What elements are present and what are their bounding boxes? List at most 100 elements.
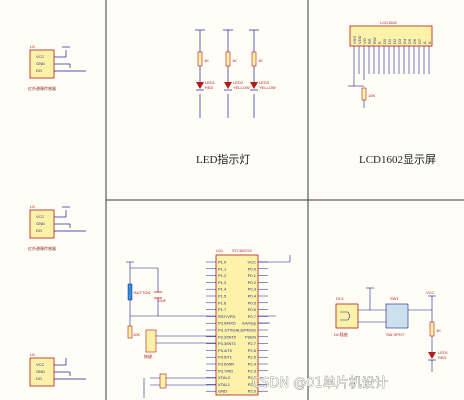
lcd-pot-value: 10K: [368, 93, 375, 98]
panel-borders-dark: [105, 0, 464, 400]
led-resistor-value: 1K: [204, 58, 209, 63]
mcu-pin-label: VCC: [248, 260, 257, 265]
sensor-ref: U1: [30, 44, 36, 49]
mcu-pin-label: PSEN: [245, 334, 256, 339]
mcu-pin-label: P0.2: [248, 280, 257, 285]
mcu-pin-label: P3.5/T1: [218, 355, 233, 360]
mcu-pin-label: XTAL2: [218, 375, 231, 380]
reset-res-value: 10K: [133, 332, 140, 337]
sensor-pin-gnd: GND: [36, 221, 45, 226]
mcu-pin-label: P3.3/INT1: [218, 341, 237, 346]
crystal-circuit: [143, 373, 216, 398]
sensor-pin-do: DO: [36, 68, 42, 73]
power-resistor: [429, 321, 435, 337]
mcu-pin-label: P0.5: [248, 300, 257, 305]
mcu-pin-label: P2.4: [248, 362, 257, 367]
power-section: DC1 DC插座 SW1 SW-SPDT VCC 1K LED1 RED: [334, 287, 449, 372]
mcu-pin-label: P0.0: [248, 266, 257, 271]
lcd-caption: LCD1602显示屏: [359, 153, 436, 166]
sensor-pin-vcc: VCC: [36, 362, 45, 367]
power-switch: [385, 303, 409, 329]
mcu-pin-label: P3.4/T0: [218, 348, 233, 353]
csdn-watermark: CSDN @01单片机设计: [252, 376, 388, 391]
power-switch-ref: SW1: [390, 296, 399, 301]
led-resistor-value: 1K: [258, 58, 263, 63]
sensor-pin-gnd: GND: [36, 61, 45, 66]
mcu-pin-label: P0.6: [248, 307, 257, 312]
lcd-potentiometer: [361, 87, 367, 101]
mcu-pin-label: P1.6: [218, 300, 227, 305]
sensor-ref: U1: [30, 352, 36, 357]
mcu-pin-label: P1.2: [218, 273, 227, 278]
mcu-pin-label: P3.2/INT0: [218, 334, 237, 339]
led-resistor: [197, 51, 203, 67]
mcu-pin-label: P2.7: [248, 341, 257, 346]
mcu-pin-label: P1.4: [218, 287, 227, 292]
mcu-name: STC89C52: [232, 248, 253, 253]
sensor-desc: 红外避障传感器: [28, 85, 56, 91]
led-indicator-group: 1K LED1 RED 1K LED2 YELLOW 1K LED3 YELLO…: [195, 29, 276, 118]
mcu-pin-label: P0.7: [248, 314, 257, 319]
sensor-module-3: U1 VCC GND DO: [29, 352, 86, 387]
mcu-pin-label: P2.6: [248, 348, 257, 353]
lcd-ref: LCD1602: [380, 20, 398, 25]
mcu-ref: U11: [216, 248, 224, 253]
power-res-value: 1K: [436, 328, 441, 333]
key-label: 按键: [144, 353, 152, 359]
mcu-pin-label: P2.5: [248, 355, 257, 360]
sensor-pin-gnd: GND: [36, 369, 45, 374]
reset-circuit: BUTTON 10uF 10K: [126, 261, 216, 339]
power-jack-name: DC插座: [334, 331, 348, 337]
mcu-pin-label: P3.0/RXD: [218, 321, 236, 326]
power-vcc-label: VCC: [426, 290, 435, 295]
led-color: RED: [205, 85, 214, 90]
lcd-module: LCD1602 VSS VDD VO RS RW E D0 D1 D2 D3 D…: [348, 20, 433, 108]
power-jack: [335, 303, 359, 329]
key-header: 按键: [144, 329, 216, 359]
reset-button-label: BUTTON: [134, 290, 150, 295]
mcu-pin-label: P0.3: [248, 287, 257, 292]
mcu-pin-label: P3.6/WR: [218, 362, 234, 367]
mcu-pin-label: P0.1: [248, 273, 257, 278]
reset-resistor: [127, 325, 133, 339]
sensor-ref: U1: [30, 204, 36, 209]
mcu-pin-label: P1.7: [218, 307, 227, 312]
sensor-pin-vcc: VCC: [36, 214, 45, 219]
lcd-pin: K: [427, 41, 432, 44]
led-channel-3: 1K LED3 YELLOW: [249, 29, 276, 118]
mcu-pin-label: XTAL1: [218, 382, 231, 387]
reset-cap-value: 10uF: [157, 298, 167, 303]
mcu-pin-label: GND: [218, 389, 227, 394]
sensor-pin-do: DO: [36, 228, 42, 233]
mcu-pin-label: P3.1/TXD: [218, 328, 235, 333]
mcu-pin-label: P1.5: [218, 294, 227, 299]
led-channel-1: 1K LED1 RED: [195, 29, 216, 118]
led-symbol: [250, 82, 258, 89]
led-channel-2: 1K LED2 YELLOW: [223, 29, 250, 118]
led-caption: LED指示灯: [196, 152, 250, 166]
lcd-pin-wires: [348, 46, 430, 87]
mcu-pin-label: P0.4: [248, 294, 257, 299]
mcu-pin-label: EA/Vpp: [242, 321, 256, 326]
led-color: YELLOW: [233, 85, 250, 90]
sensor-pin-vcc: VCC: [36, 54, 45, 59]
mcu-pin-label: P1.1: [218, 266, 227, 271]
led-resistor: [251, 51, 257, 67]
reset-button: [127, 283, 133, 301]
mcu-pin-label: ALE/PROG: [236, 328, 256, 333]
sensor-module-1: U1 VCC GND DO 红外避障传感器: [28, 44, 86, 91]
sensor-pin-do: DO: [36, 376, 42, 381]
led-resistor-value: 1K: [232, 58, 237, 63]
mcu-pin-label: P2.3: [248, 368, 257, 373]
schematic-sheet: U1 VCC GND DO 红外避障传感器 U1 VCC GND DO 红外避障…: [28, 0, 464, 400]
mcu-pin-label: RST/VPD: [218, 314, 235, 319]
mcu-pin-label: P3.7/RD: [218, 368, 233, 373]
power-led-symbol: [428, 352, 436, 359]
led-symbol: [196, 82, 204, 89]
key-connector: [145, 329, 157, 353]
led-color: YELLOW: [259, 85, 276, 90]
led-resistor: [225, 51, 231, 67]
mcu-pin-label: P1.3: [218, 280, 227, 285]
power-jack-ref: DC1: [336, 296, 345, 301]
led-symbol: [224, 82, 232, 89]
